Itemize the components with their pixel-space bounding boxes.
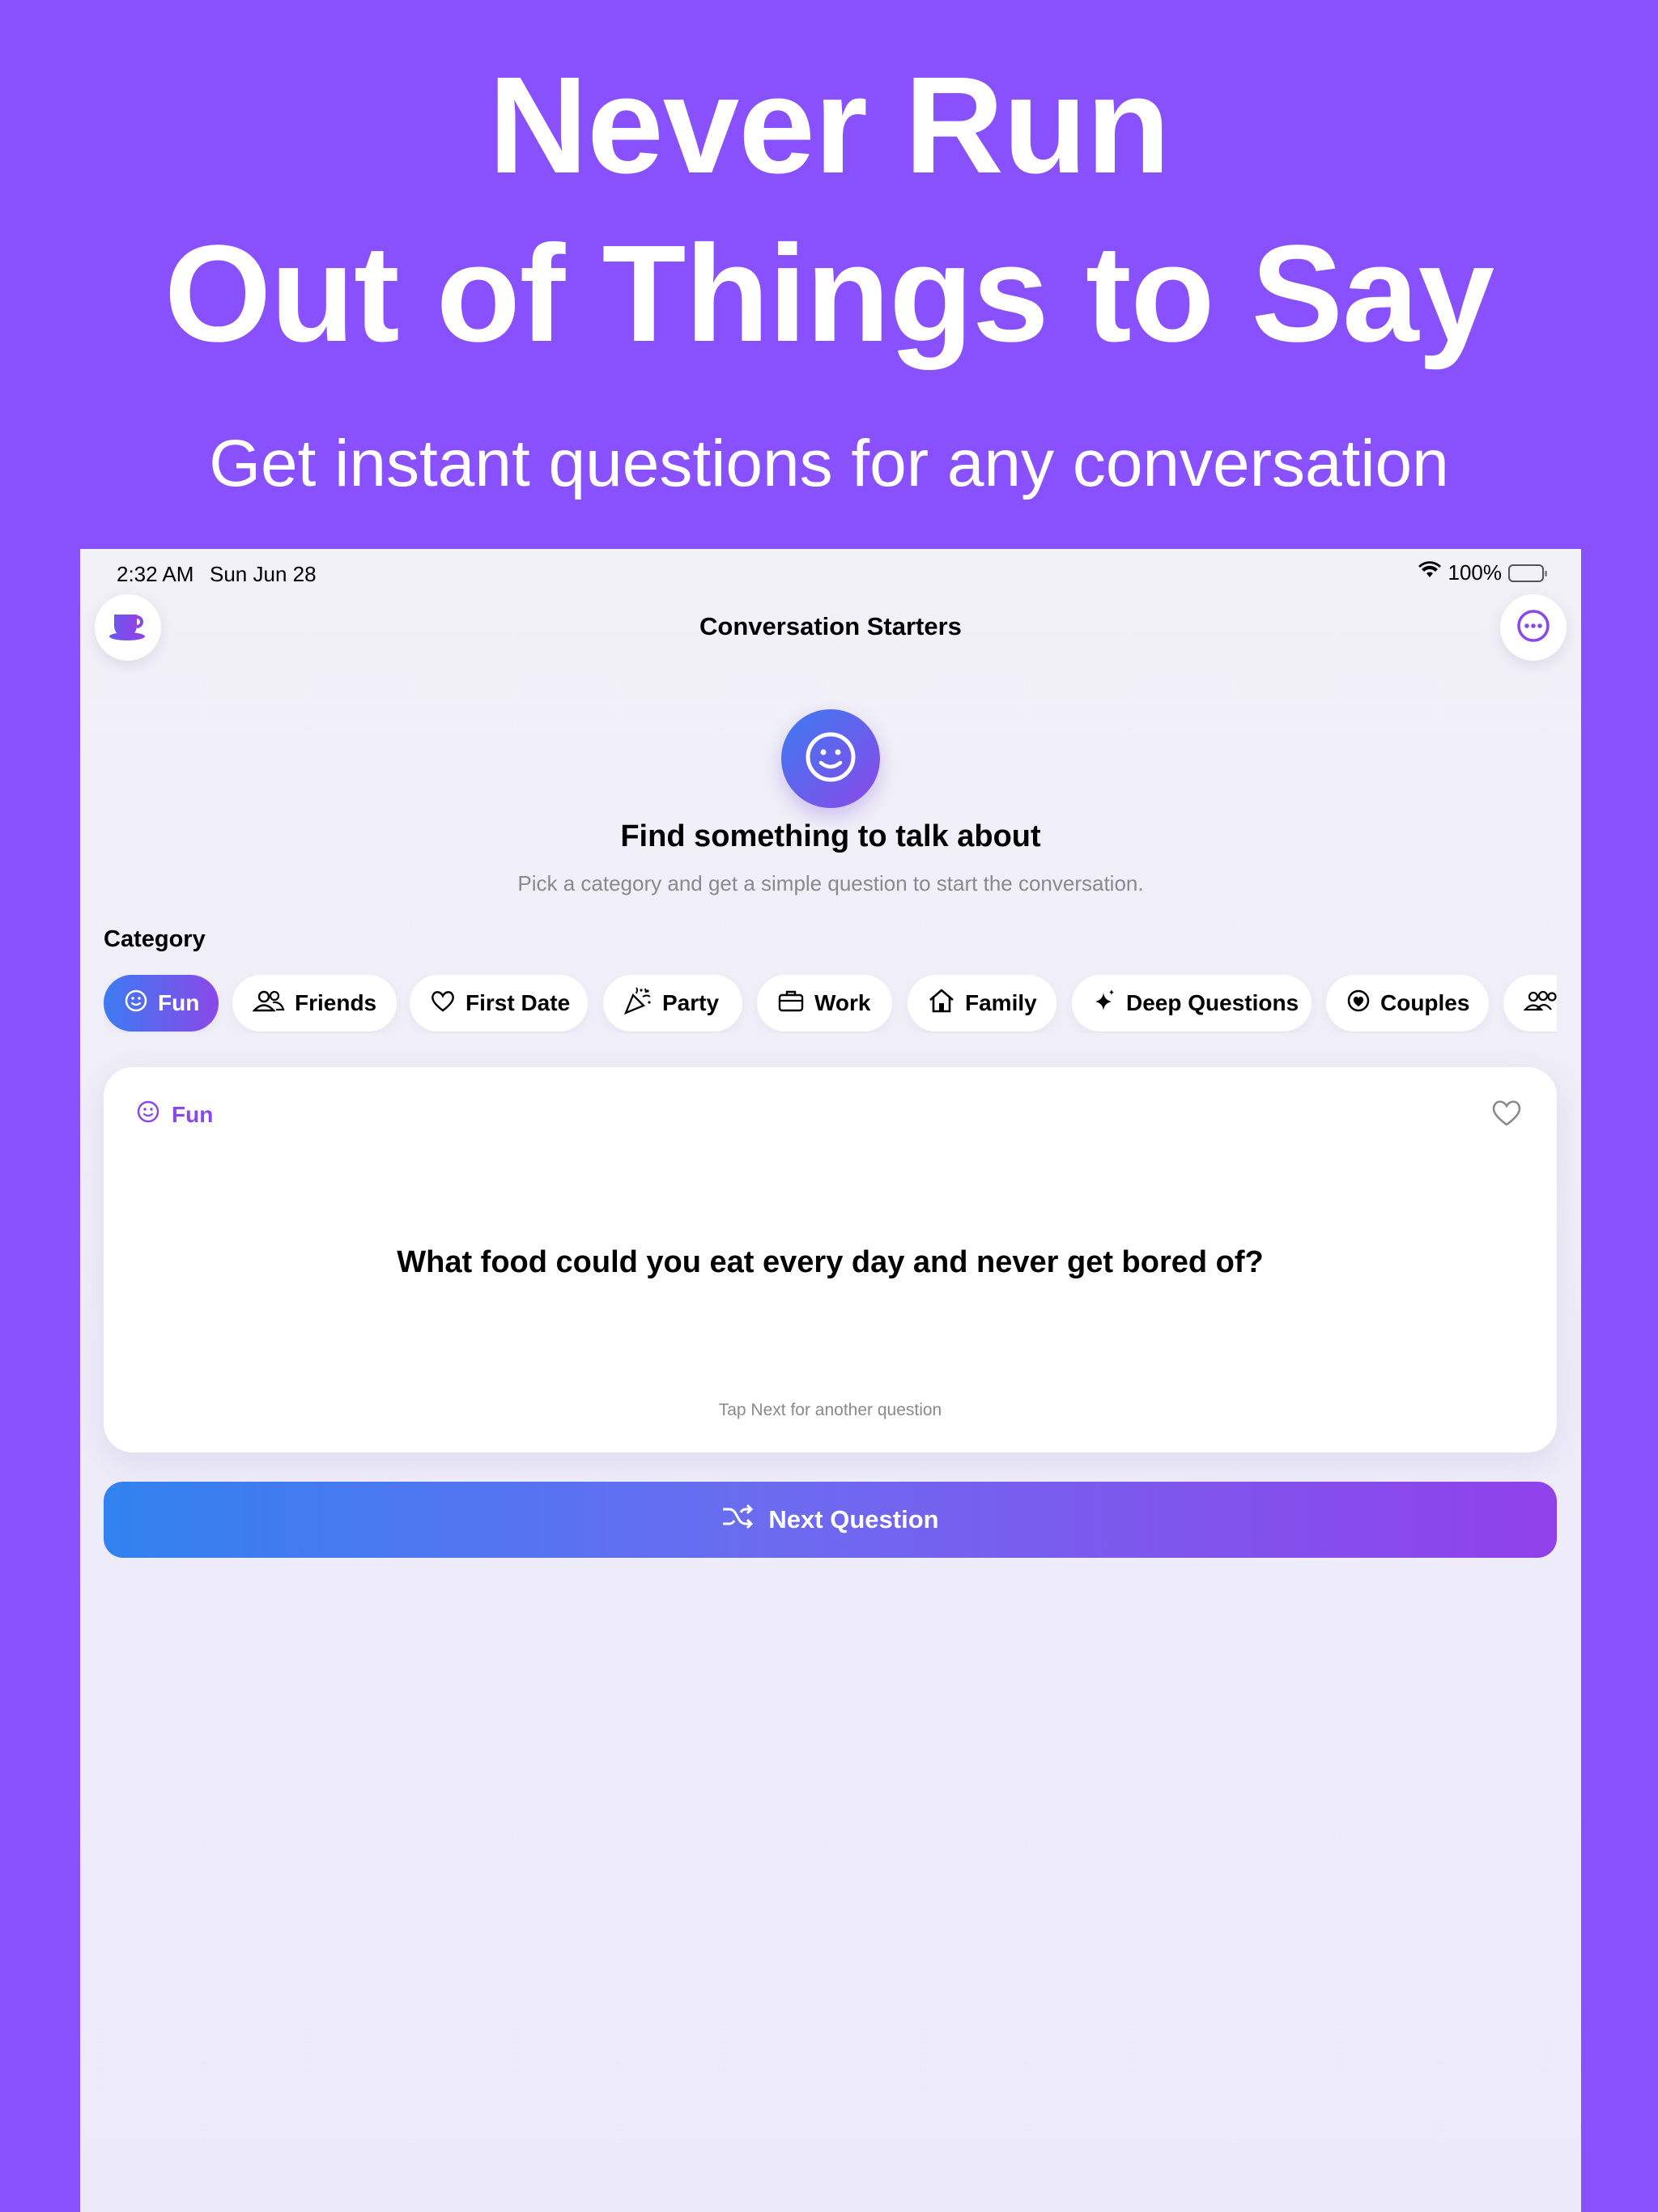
card-category: Fun bbox=[136, 1100, 213, 1129]
chip-label: Fun bbox=[158, 990, 200, 1015]
chip-label: Friends bbox=[295, 990, 377, 1015]
hero-subtitle: Pick a category and get a simple questio… bbox=[517, 871, 1144, 895]
question-text: What food could you eat every day and ne… bbox=[397, 1245, 1264, 1279]
app-screen: 2:32 AM Sun Jun 28 100% Conversation Sta… bbox=[80, 549, 1581, 2212]
status-date: Sun Jun 28 bbox=[210, 562, 317, 586]
category-chips: Fun Friends First Date Party Work Family… bbox=[104, 975, 1557, 1033]
category-label: Category bbox=[104, 926, 206, 952]
chip-label: Party bbox=[662, 990, 720, 1015]
chip-first-date[interactable]: First Date bbox=[410, 975, 588, 1032]
promo-banner: Never Run Out of Things to Say Get insta… bbox=[0, 0, 1658, 551]
chip-label: Deep Questions bbox=[1126, 990, 1299, 1015]
chip-label: Couples bbox=[1380, 990, 1470, 1015]
chip-more-category[interactable] bbox=[1503, 975, 1557, 1032]
next-question-label: Next Question bbox=[768, 1505, 939, 1534]
briefcase-icon bbox=[777, 989, 805, 1019]
smiley-icon bbox=[136, 1100, 160, 1129]
wifi-icon bbox=[1418, 560, 1442, 585]
smiley-icon bbox=[804, 730, 857, 788]
promo-subheadline: Get instant questions for any conversati… bbox=[209, 427, 1449, 500]
smiley-icon bbox=[124, 989, 148, 1019]
sparkles-icon bbox=[1092, 988, 1116, 1019]
status-bar: 2:32 AM Sun Jun 28 100% bbox=[80, 549, 1581, 594]
house-icon bbox=[928, 988, 955, 1019]
shuffle-icon bbox=[721, 1504, 754, 1536]
heart-icon bbox=[430, 989, 456, 1019]
group-icon bbox=[1523, 989, 1557, 1019]
promo-headline-line-2: Out of Things to Say bbox=[164, 217, 1494, 371]
question-card: Fun What food could you eat every day an… bbox=[104, 1067, 1557, 1453]
promo-headline-line-1: Never Run bbox=[488, 49, 1170, 202]
party-popper-icon bbox=[623, 986, 653, 1020]
card-hint: Tap Next for another question bbox=[718, 1401, 942, 1419]
chip-friends[interactable]: Friends bbox=[232, 975, 397, 1032]
heart-circle-icon bbox=[1346, 989, 1371, 1019]
hero-badge bbox=[781, 709, 880, 808]
heart-icon bbox=[1490, 1098, 1523, 1131]
status-time: 2:32 AM bbox=[117, 562, 194, 586]
chip-party[interactable]: Party bbox=[603, 975, 742, 1032]
favorite-button[interactable] bbox=[1489, 1096, 1524, 1132]
status-indicators: 100% bbox=[1418, 560, 1547, 585]
nav-title: Conversation Starters bbox=[699, 612, 962, 640]
people-icon bbox=[252, 989, 285, 1019]
next-question-button[interactable]: Next Question bbox=[104, 1482, 1557, 1558]
chip-label: Family bbox=[965, 990, 1037, 1015]
battery-percent: 100% bbox=[1448, 560, 1503, 585]
chip-family[interactable]: Family bbox=[908, 975, 1056, 1032]
chip-label: First Date bbox=[466, 990, 571, 1015]
battery-icon bbox=[1508, 564, 1547, 582]
chip-work[interactable]: Work bbox=[757, 975, 892, 1032]
hero-title: Find something to talk about bbox=[620, 819, 1041, 853]
more-icon bbox=[1516, 608, 1551, 648]
chip-deep-questions[interactable]: Deep Questions bbox=[1072, 975, 1312, 1032]
chip-couples[interactable]: Couples bbox=[1326, 975, 1489, 1032]
chip-fun[interactable]: Fun bbox=[104, 975, 219, 1032]
card-category-label: Fun bbox=[172, 1101, 214, 1127]
more-button[interactable] bbox=[1500, 594, 1567, 661]
chip-label: Work bbox=[814, 990, 871, 1015]
